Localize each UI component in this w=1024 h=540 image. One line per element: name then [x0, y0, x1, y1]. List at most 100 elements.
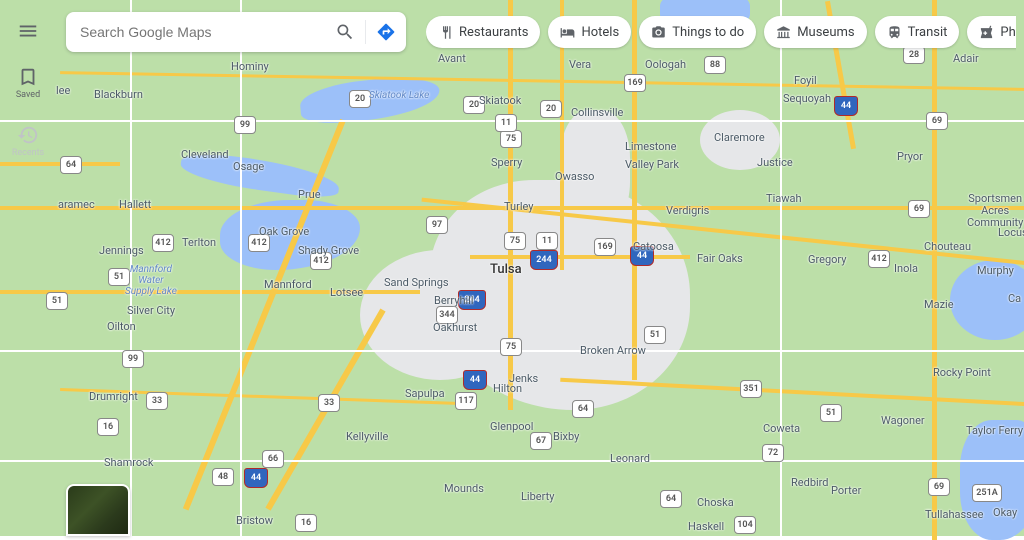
bookmark-icon [17, 66, 39, 88]
shield-interstate-44: 44 [244, 468, 268, 488]
city-label: Adair [953, 52, 979, 65]
shield-us-412: 412 [248, 234, 270, 252]
search-icon [335, 22, 355, 42]
city-label: Hominy [231, 60, 269, 73]
city-label: Wagoner [881, 414, 925, 427]
search-box [66, 12, 406, 52]
map-canvas[interactable]: 44 44 44 44 244 244 75 75 75 169 169 412… [0, 0, 1024, 536]
shield-us-412: 412 [310, 252, 332, 270]
shield-sh-48: 48 [212, 468, 234, 486]
recents-button[interactable]: Recents [12, 124, 44, 158]
city-label: Inola [894, 262, 918, 275]
category-chips: Restaurants Hotels Things to do Museums … [426, 12, 1016, 52]
shield-sh-344: 344 [436, 306, 458, 324]
camera-icon [651, 25, 666, 40]
city-label: Sportsmen Acres Community [967, 193, 1023, 229]
shield-us-69: 69 [908, 200, 930, 218]
directions-button[interactable] [366, 12, 406, 52]
shield-us-75: 75 [504, 232, 526, 250]
city-label: lee [56, 84, 70, 97]
shield-sh-16: 16 [97, 418, 119, 436]
shield-interstate-44: 44 [463, 370, 487, 390]
city-label: Pryor [897, 150, 923, 163]
city-label: Fair Oaks [697, 252, 743, 265]
city-label: Sapulpa [405, 387, 445, 400]
shield-sh-11: 11 [495, 114, 517, 132]
search-button[interactable] [325, 12, 365, 52]
shield-us-75: 75 [500, 130, 522, 148]
city-label: Skiatook [479, 94, 521, 107]
shield-sh-117: 117 [455, 392, 477, 410]
recents-icon [17, 124, 39, 146]
shield-sh-99: 99 [122, 350, 144, 368]
city-label: Terlton [182, 236, 216, 249]
shield-sh-20: 20 [349, 90, 371, 108]
city-label: Mounds [444, 482, 484, 495]
city-label: Liberty [521, 490, 554, 503]
city-label: Bixby [553, 430, 579, 443]
chip-pharmacies[interactable]: Pharmacies [967, 16, 1016, 48]
shield-interstate-244: 244 [530, 250, 558, 270]
layers-toggle[interactable] [66, 484, 130, 536]
directions-icon [376, 22, 396, 42]
city-label: Rocky Point [933, 366, 991, 379]
shield-sh-16: 16 [295, 514, 317, 532]
shield-us-169: 169 [594, 238, 616, 256]
recents-label: Recents [12, 148, 44, 158]
shield-sh-11: 11 [536, 232, 558, 250]
city-label: Locust [998, 226, 1024, 239]
city-label: Jennings [99, 244, 144, 257]
menu-button[interactable] [17, 20, 39, 42]
shield-us-75: 75 [500, 338, 522, 356]
transit-icon [887, 25, 902, 40]
shield-us-64: 64 [60, 156, 82, 174]
city-label: Oologah [645, 58, 686, 71]
hotels-icon [560, 25, 575, 40]
chip-transit[interactable]: Transit [875, 16, 960, 48]
left-sidebar: Saved Recents [0, 0, 56, 536]
shield-sh-33: 33 [318, 394, 340, 412]
shield-interstate-44: 44 [630, 246, 654, 266]
city-label: Vera [569, 58, 591, 71]
restaurants-icon [438, 25, 453, 40]
shield-sh-20: 20 [540, 100, 562, 118]
city-label: Redbird [791, 476, 829, 489]
chip-things-to-do[interactable]: Things to do [639, 16, 756, 48]
shield-interstate-244: 244 [458, 290, 486, 310]
shield-sh-51: 51 [108, 268, 130, 286]
city-label: Choska [697, 496, 734, 509]
shield-us-412: 412 [152, 234, 174, 252]
shield-us-69: 69 [926, 112, 948, 130]
museum-icon [776, 25, 791, 40]
shield-sh-66: 66 [262, 450, 284, 468]
shield-us-169: 169 [624, 74, 646, 92]
shield-sh-67: 67 [530, 432, 552, 450]
city-label: Leonard [610, 452, 650, 465]
city-label: Gregory [808, 253, 846, 266]
city-label: Silver City [127, 304, 175, 317]
city-label: Glenpool [490, 420, 533, 433]
shield-sh-51: 51 [644, 326, 666, 344]
chip-hotels[interactable]: Hotels [548, 16, 631, 48]
shield-sh-351: 351 [740, 380, 762, 398]
shield-sh-97: 97 [426, 216, 448, 234]
chip-museums[interactable]: Museums [764, 16, 866, 48]
saved-label: Saved [16, 90, 40, 100]
city-label: Haskell [688, 520, 724, 533]
pharmacy-icon [979, 25, 994, 40]
shield-sh-88: 88 [704, 56, 726, 74]
saved-button[interactable]: Saved [16, 66, 40, 100]
search-input[interactable] [66, 24, 325, 40]
shield-us-412: 412 [868, 250, 890, 268]
shield-us-64: 64 [572, 400, 594, 418]
chip-restaurants[interactable]: Restaurants [426, 16, 540, 48]
shield-sh-51: 51 [820, 404, 842, 422]
shield-sh-33: 33 [146, 392, 168, 410]
city-label: Sequoyah [783, 92, 831, 105]
shield-us-64: 64 [660, 490, 682, 508]
city-label: Sperry [491, 156, 522, 169]
shield-sh-251a: 251A [972, 484, 1002, 502]
shield-us-69: 69 [928, 478, 950, 496]
shield-sh-72: 72 [762, 444, 784, 462]
shield-sh-104: 104 [734, 516, 756, 534]
